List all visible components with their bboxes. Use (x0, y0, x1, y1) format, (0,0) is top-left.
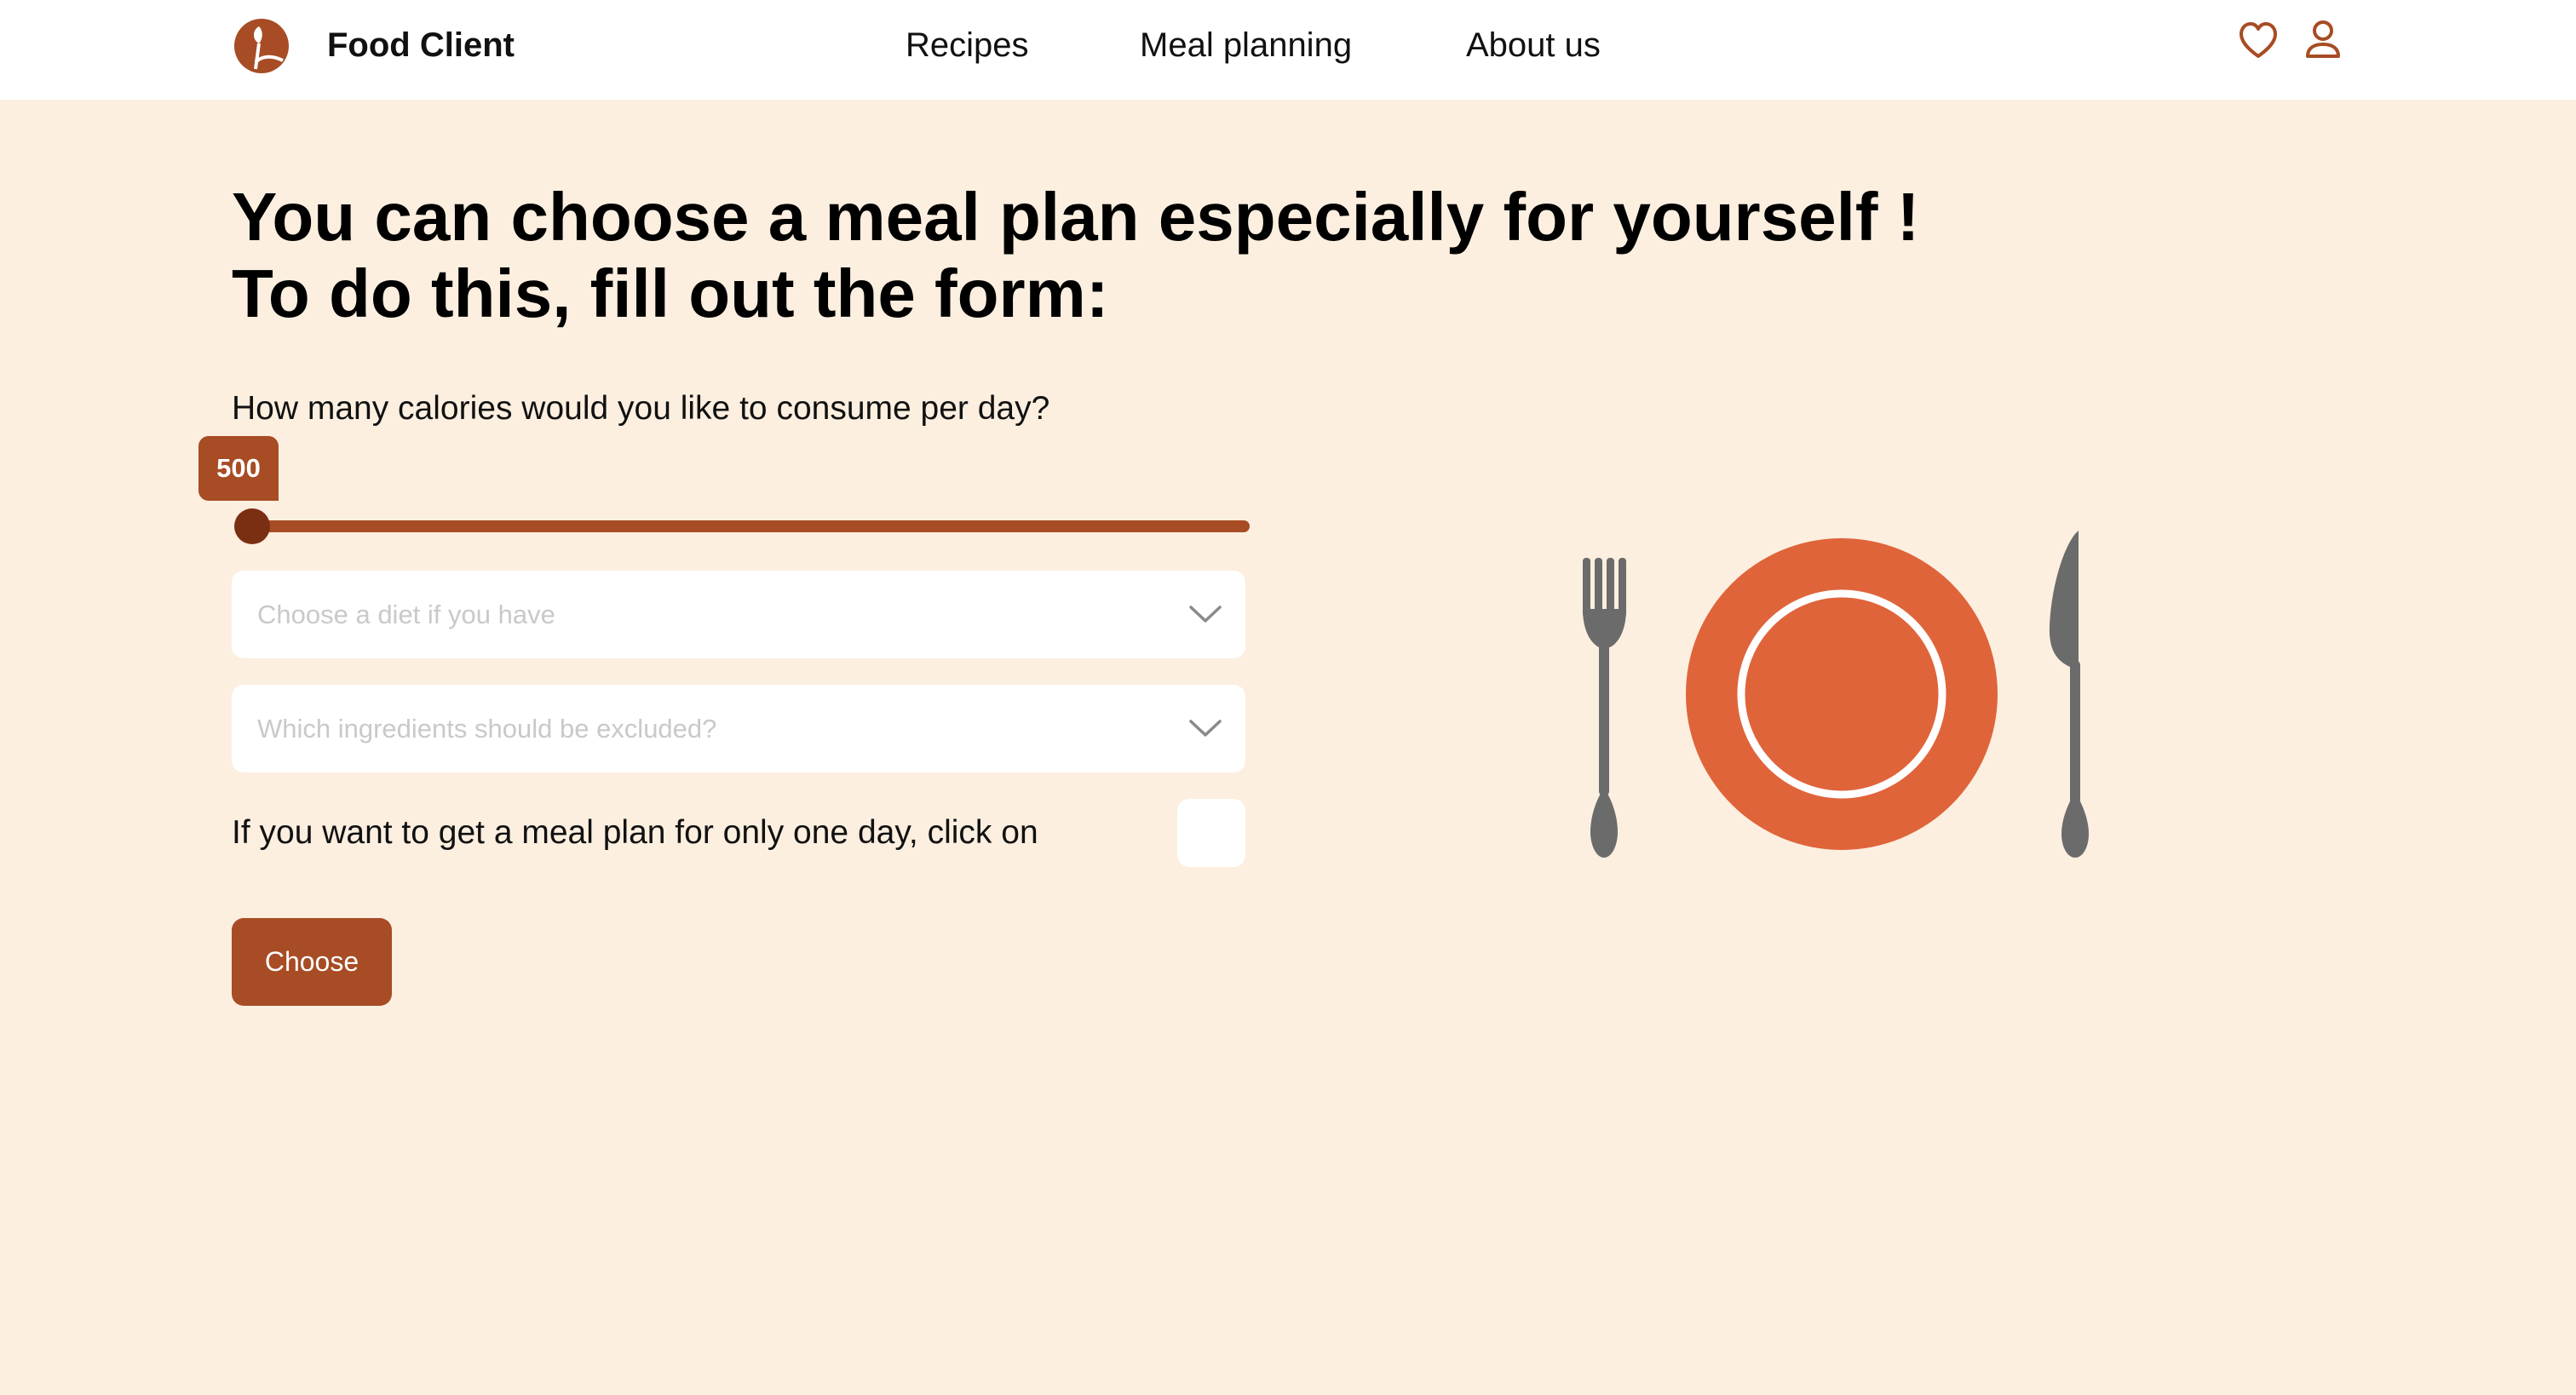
ingredients-select-placeholder: Which ingredients should be excluded? (257, 714, 717, 743)
choose-button[interactable]: Choose (232, 918, 392, 1006)
one-day-label: If you want to get a meal plan for only … (232, 814, 1038, 851)
chevron-down-icon (1187, 713, 1223, 743)
heart-icon[interactable] (2238, 19, 2279, 63)
title-line-2: To do this, fill out the form: (232, 255, 1109, 331)
calories-slider-thumb[interactable] (234, 508, 270, 544)
calories-question: How many calories would you like to cons… (232, 390, 1050, 427)
nav-about-us[interactable]: About us (1466, 24, 1601, 66)
calories-slider-track[interactable] (240, 520, 1250, 532)
diet-select-placeholder: Choose a diet if you have (257, 600, 555, 629)
top-navbar: Food Client Recipes Meal planning About … (0, 0, 2576, 100)
meal-illustration (1576, 524, 2104, 864)
fork-icon (1583, 558, 1626, 858)
nav-recipes[interactable]: Recipes (906, 24, 1029, 66)
title-line-1: You can choose a meal plan especially fo… (232, 179, 1920, 255)
logo-icon[interactable] (233, 18, 290, 74)
page-title: You can choose a meal plan especially fo… (232, 179, 1935, 332)
user-icon[interactable] (2303, 19, 2343, 63)
excluded-ingredients-select[interactable]: Which ingredients should be excluded? (232, 685, 1245, 772)
plate-icon (1686, 538, 1998, 850)
chevron-down-icon (1187, 599, 1223, 629)
nav-meal-planning[interactable]: Meal planning (1140, 24, 1352, 66)
diet-select[interactable]: Choose a diet if you have (232, 571, 1245, 658)
one-day-checkbox[interactable] (1177, 799, 1245, 867)
calories-value-badge: 500 (198, 436, 279, 501)
brand-name[interactable]: Food Client (327, 24, 515, 66)
knife-icon (2049, 531, 2089, 858)
